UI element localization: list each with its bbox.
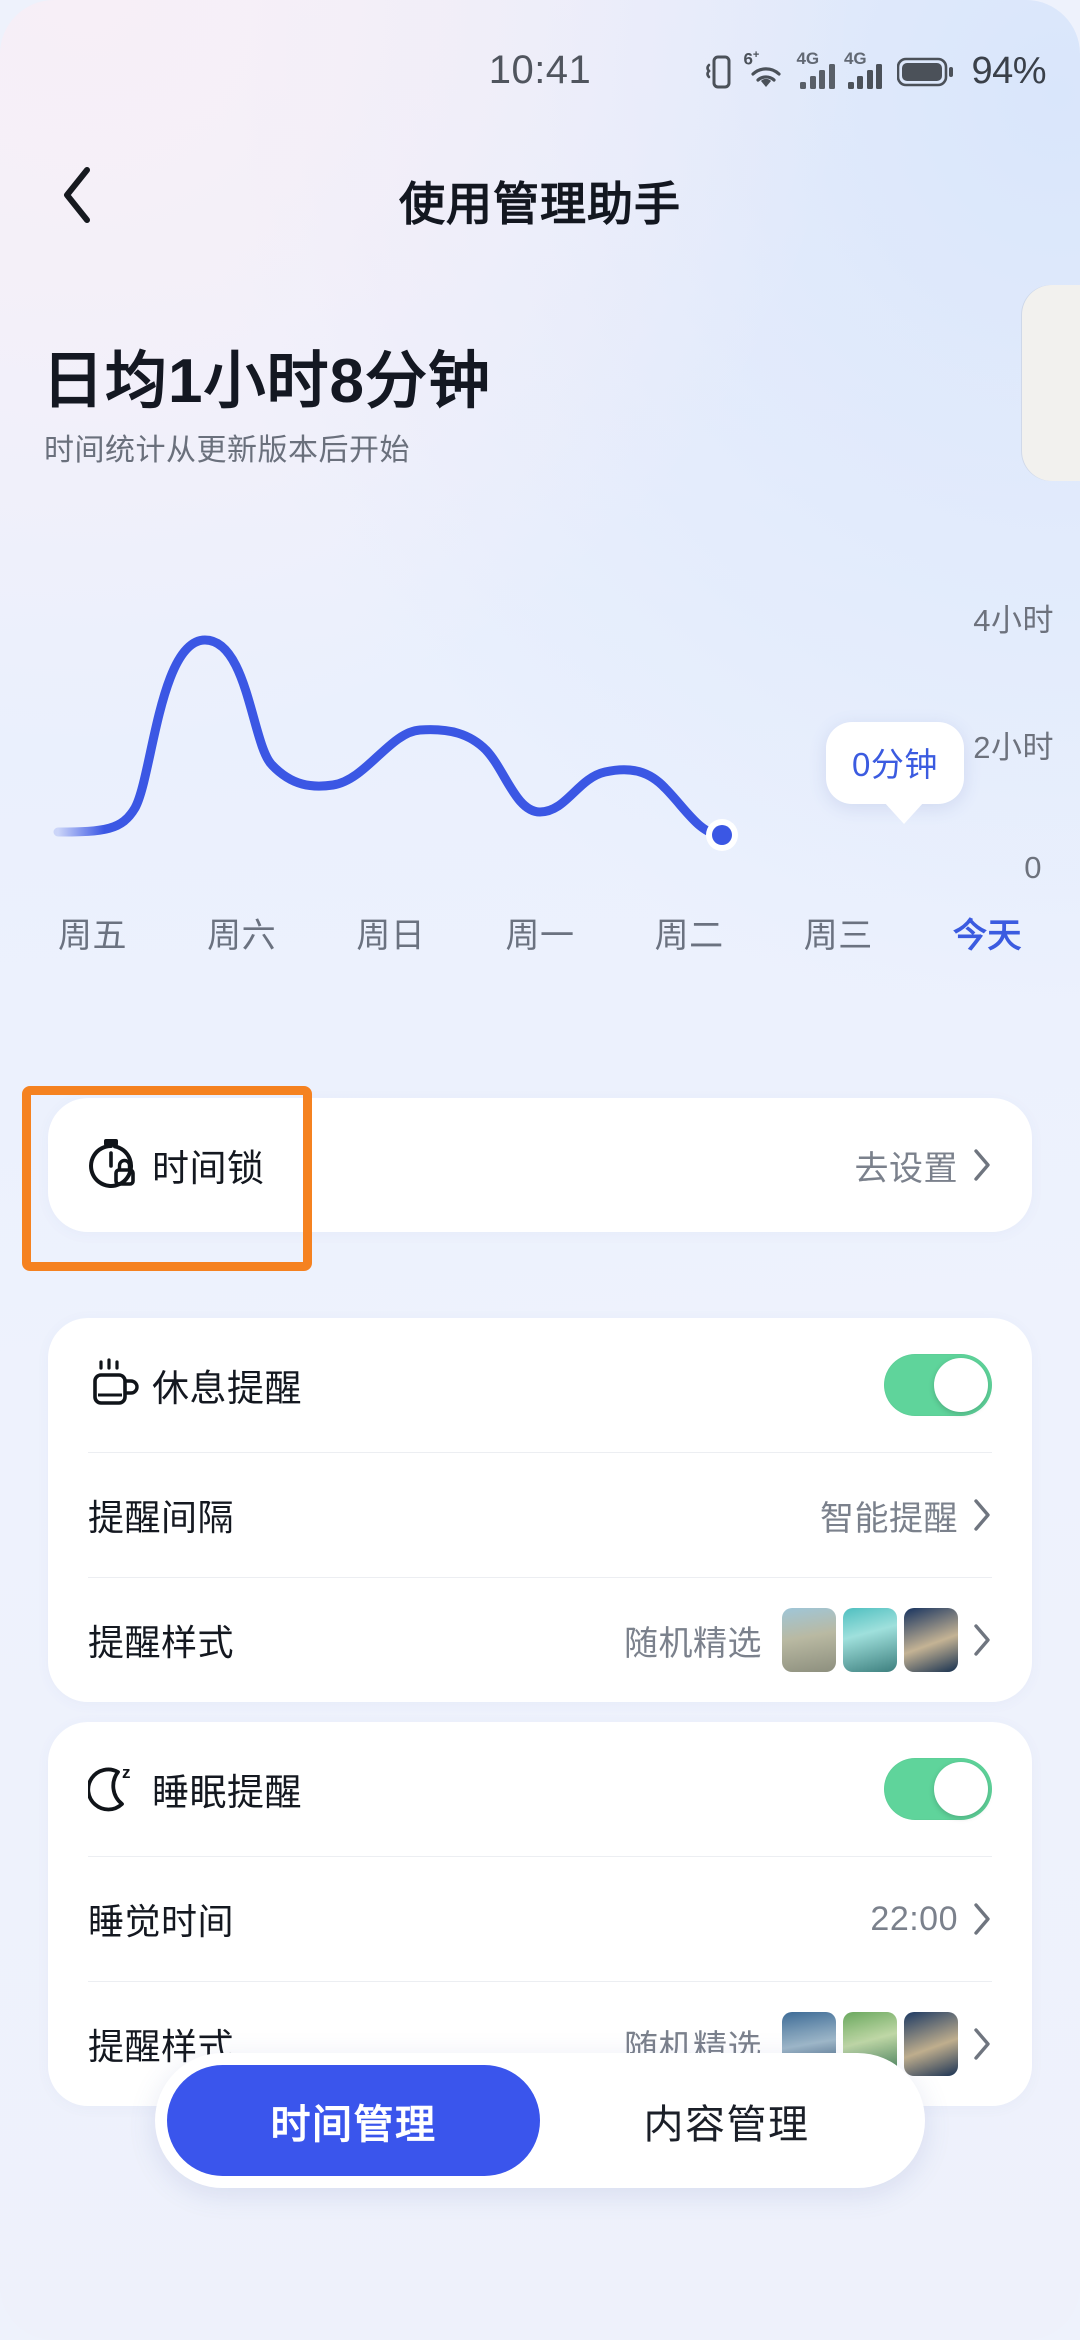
time-lock-row[interactable]: 时间锁 去设置: [48, 1098, 1032, 1232]
bedtime-row[interactable]: 睡觉时间 22:00: [48, 1857, 1032, 1981]
phone-screen: 10:41 6+ 4G 4G 94% 使用管理助手 日均1小时8分钟 时间统计从…: [0, 0, 1080, 2340]
bedtime-value: 22:00: [870, 1899, 958, 1938]
chevron-right-icon: [974, 1499, 990, 1531]
chevron-right-icon: [974, 1903, 990, 1935]
break-style-thumbnails[interactable]: [782, 1608, 958, 1672]
break-reminder-label: 休息提醒: [152, 1368, 302, 1409]
vibrate-icon: [706, 55, 731, 88]
wifi-6-plus-icon: 6+: [743, 49, 787, 90]
tab-content-management[interactable]: 内容管理: [540, 2065, 913, 2176]
stopwatch-lock-icon: [88, 1137, 152, 1193]
moon-z-icon: z: [88, 1762, 152, 1816]
day-axis: 周五 周六 周日 周一 周二 周三 今天: [0, 908, 1080, 957]
bottom-tab-bar: 时间管理 内容管理: [155, 2053, 925, 2188]
coffee-cup-icon: [88, 1358, 152, 1412]
daily-average-headline: 日均1小时8分钟: [42, 347, 491, 416]
break-style-row[interactable]: 提醒样式 随机精选: [48, 1578, 1032, 1702]
break-style-label: 提醒样式: [88, 1622, 235, 1663]
chart-endpoint-dot: [712, 825, 732, 845]
time-lock-action-label: 去设置: [854, 1149, 958, 1188]
svg-text:z: z: [122, 1763, 131, 1782]
status-bar-icons: 6+ 4G 4G 94%: [706, 49, 1046, 93]
break-interval-value: 智能提醒: [820, 1499, 958, 1538]
break-interval-label: 提醒间隔: [88, 1497, 235, 1538]
day-label-friday[interactable]: 周五: [58, 908, 127, 957]
y-axis-label-4h: 4小时: [973, 603, 1054, 638]
break-reminder-card: 休息提醒 提醒间隔 智能提醒 提醒样式 随机精选: [48, 1318, 1032, 1702]
sleep-reminder-toggle[interactable]: [884, 1758, 992, 1820]
day-label-today[interactable]: 今天: [953, 908, 1022, 957]
nav-bar: 使用管理助手: [0, 140, 1080, 250]
status-bar-clock: 10:41: [488, 48, 592, 92]
chart-tooltip: 0分钟: [826, 722, 964, 824]
break-style-value: 随机精选: [624, 1624, 762, 1663]
day-label-monday[interactable]: 周一: [505, 908, 574, 957]
bedtime-label: 睡觉时间: [88, 1901, 235, 1942]
time-lock-card[interactable]: 时间锁 去设置: [48, 1098, 1032, 1232]
day-label-tuesday[interactable]: 周二: [655, 908, 724, 957]
tab-time-management[interactable]: 时间管理: [167, 2065, 540, 2176]
status-bar: 10:41 6+ 4G 4G 94%: [0, 0, 1080, 112]
usage-line-chart: [53, 635, 738, 851]
toggle-knob: [934, 1762, 988, 1816]
sleep-reminder-header-row[interactable]: z 睡眠提醒: [48, 1722, 1032, 1856]
stats-note: 时间统计从更新版本后开始: [44, 434, 410, 467]
chevron-right-icon: [974, 1624, 990, 1656]
battery-icon: [897, 57, 954, 86]
signal-4g-icon-2: 4G: [844, 49, 883, 89]
dark-coast-thumb: [904, 2012, 958, 2076]
day-label-sunday[interactable]: 周日: [356, 908, 425, 957]
y-axis-label-0: 0: [1024, 850, 1042, 885]
day-label-saturday[interactable]: 周六: [207, 908, 276, 957]
break-interval-row[interactable]: 提醒间隔 智能提醒: [48, 1453, 1032, 1577]
sleep-reminder-label: 睡眠提醒: [152, 1772, 302, 1813]
time-lock-action[interactable]: 去设置: [855, 1141, 993, 1190]
chevron-right-icon: [974, 2028, 990, 2060]
usage-chart: 4小时 2小时 0: [0, 550, 1080, 890]
turquoise-water-thumb: [843, 1608, 897, 1672]
network-label-2: 4G: [843, 48, 867, 68]
break-reminder-header-row[interactable]: 休息提醒: [48, 1318, 1032, 1452]
sleep-reminder-card: z 睡眠提醒 睡觉时间 22:00 提醒样式 随机精选: [48, 1722, 1032, 2106]
toggle-knob: [934, 1358, 988, 1412]
page-title: 使用管理助手: [399, 178, 681, 230]
break-reminder-toggle[interactable]: [884, 1354, 992, 1416]
y-axis-label-2h: 2小时: [973, 730, 1054, 765]
chevron-right-icon: [974, 1149, 990, 1181]
time-lock-label: 时间锁: [152, 1148, 265, 1189]
day-label-wednesday[interactable]: 周三: [804, 908, 873, 957]
signal-4g-icon-1: 4G: [796, 49, 835, 89]
background-peek-card: [1022, 285, 1080, 481]
lighthouse-beach-thumb: [782, 1608, 836, 1672]
dark-coast-thumb: [904, 1608, 958, 1672]
battery-percent-label: 94%: [971, 50, 1046, 92]
